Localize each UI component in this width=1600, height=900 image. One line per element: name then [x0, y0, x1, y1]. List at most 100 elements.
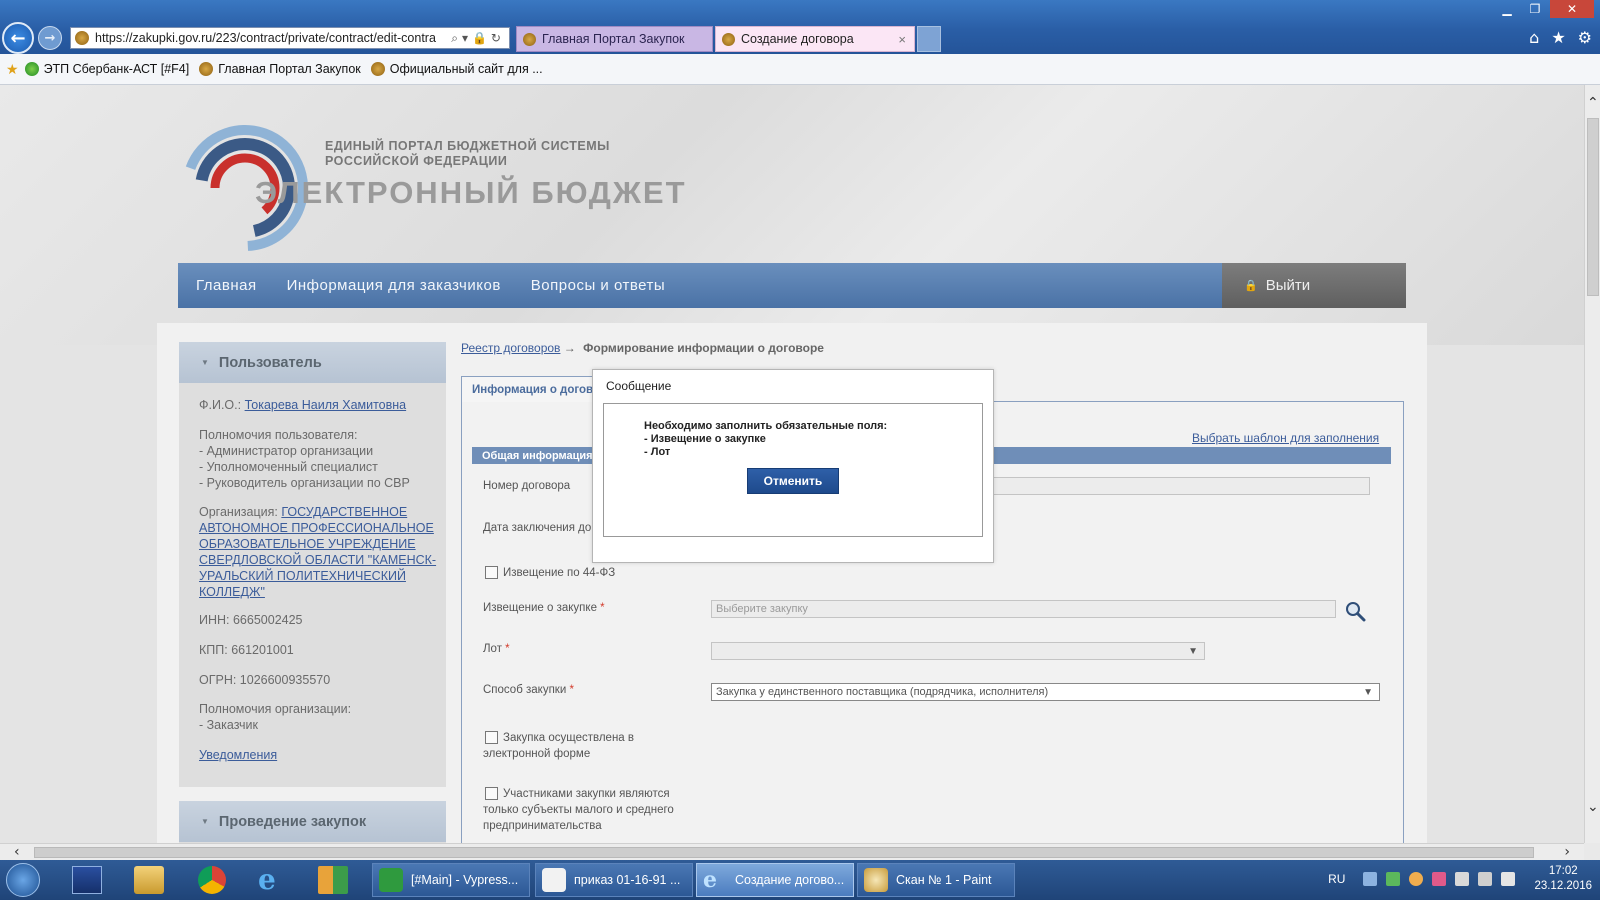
home-icon[interactable]: ⌂ — [1529, 28, 1539, 47]
required-mark: * — [600, 602, 605, 614]
favorite-portal[interactable]: Главная Портал Закупок — [199, 62, 361, 76]
rights-title: Полномочия пользователя: — [199, 428, 358, 442]
scroll-up-icon[interactable]: ⌃ — [1587, 95, 1599, 111]
tray-app-icon[interactable] — [1386, 872, 1401, 886]
org-link-line[interactable]: СВЕРДЛОВСКОЙ ОБЛАСТИ "КАМЕНСК- — [199, 552, 436, 568]
electronic-form-line1: Закупка осуществлена в — [503, 732, 634, 744]
notice-44fz-checkbox[interactable] — [485, 566, 498, 579]
lock-icon: 🔒 — [1244, 280, 1258, 292]
task-vypress[interactable]: [#Main] - Vypress... — [372, 863, 530, 897]
sidebar-procurement-header[interactable]: ▼ Проведение закупок — [179, 801, 446, 842]
emblem-icon — [370, 62, 385, 76]
internet-explorer-icon[interactable]: e — [258, 866, 288, 894]
chevron-down-icon: ▼ — [1188, 645, 1198, 657]
tray-app-icon[interactable] — [1409, 872, 1424, 886]
logout-button[interactable]: 🔒 Выйти — [1222, 263, 1406, 308]
lot-select[interactable]: ▼ — [711, 642, 1205, 660]
right-item: - Администратор организации — [199, 444, 374, 458]
new-tab-button[interactable] — [917, 26, 941, 52]
task-label: Создание догово... — [735, 873, 845, 887]
close-window-icon[interactable]: ✕ — [1550, 0, 1594, 18]
address-url[interactable]: https://zakupki.gov.ru/223/contract/priv… — [95, 31, 451, 45]
back-arrow-icon[interactable]: ← — [2, 22, 34, 54]
required-mark: * — [569, 684, 574, 696]
task-word-document[interactable]: приказ 01-16-91 ... — [535, 863, 693, 897]
address-tools-icon[interactable]: ⌕▾🔒↻ — [451, 31, 509, 46]
scroll-down-icon[interactable]: ⌄ — [1587, 799, 1599, 815]
add-favorite-icon[interactable]: ★ — [6, 61, 19, 78]
nav-faq[interactable]: Вопросы и ответы — [531, 277, 665, 294]
org-link-line[interactable]: АВТОНОМНОЕ ПРОФЕССИОНАЛЬНОЕ — [199, 520, 436, 536]
site-favicon-icon — [75, 31, 89, 45]
scroll-right-icon[interactable]: › — [1564, 844, 1570, 860]
breadcrumb-arrow-icon: → — [563, 341, 576, 355]
nav-customer-info[interactable]: Информация для заказчиков — [287, 277, 501, 294]
electronic-form-label: Закупка осуществлена в электронной форме — [483, 730, 634, 762]
start-button[interactable] — [6, 863, 40, 897]
file-explorer-icon[interactable] — [134, 866, 164, 894]
collapse-arrow-icon: ▼ — [201, 817, 209, 826]
network-app-icon[interactable] — [1363, 872, 1378, 886]
favorites-star-icon[interactable]: ★ — [1551, 28, 1565, 47]
favorite-label: Официальный сайт для ... — [389, 62, 543, 76]
org-link-line[interactable]: ОБРАЗОВАТЕЛЬНОЕ УЧРЕЖДЕНИЕ — [199, 536, 436, 552]
scroll-left-icon[interactable]: ‹ — [14, 844, 20, 860]
chevron-down-icon: ▼ — [1363, 686, 1373, 698]
browser-right-icons: ⌂ ★ ⚙ — [1529, 28, 1592, 47]
favorite-sberbank[interactable]: ЭТП Сбербанк-АСТ [#F4] — [24, 62, 189, 76]
notice-input[interactable]: Выберите закупку — [711, 600, 1336, 618]
fio-link[interactable]: Токарева Наиля Хамитовна — [245, 398, 407, 412]
language-indicator[interactable]: RU — [1328, 872, 1345, 886]
tab-close-icon[interactable]: × — [898, 32, 906, 47]
task-ie-contract[interactable]: e Создание догово... — [696, 863, 854, 897]
address-bar[interactable]: https://zakupki.gov.ru/223/contract/priv… — [70, 27, 510, 49]
contract-number-input[interactable] — [975, 477, 1370, 495]
vypress-icon — [379, 868, 403, 892]
notifications-link[interactable]: Уведомления — [199, 747, 277, 763]
settings-gear-icon[interactable]: ⚙ — [1578, 28, 1592, 47]
minimize-icon[interactable]: ▁ — [1494, 0, 1520, 18]
restore-icon[interactable]: ❐ — [1522, 0, 1548, 18]
dialog-message-line3: - Лот — [644, 446, 671, 458]
org-link-line[interactable]: ГОСУДАРСТВЕННОЕ — [281, 505, 407, 519]
collapse-arrow-icon: ▼ — [201, 358, 209, 367]
breadcrumb-registry-link[interactable]: Реестр договоров — [461, 341, 560, 355]
system-clock[interactable]: 17:02 23.12.2016 — [1534, 864, 1592, 894]
method-label: Способ закупки * — [483, 682, 574, 698]
method-select[interactable]: Закупка у единственного поставщика (подр… — [711, 683, 1380, 701]
method-select-value: Закупка у единственного поставщика (подр… — [716, 686, 1049, 698]
tray-app-icon[interactable] — [1432, 872, 1447, 886]
dialog-message-line2: - Извещение о закупке — [644, 433, 766, 445]
volume-icon[interactable] — [1478, 872, 1493, 886]
vertical-scrollbar[interactable]: ⌃ ⌄ — [1584, 85, 1600, 843]
browser-tab-contract[interactable]: Создание договора × — [715, 26, 915, 52]
forward-arrow-icon[interactable]: → — [38, 26, 62, 50]
sme-line2: только субъекты малого и среднего — [483, 804, 674, 816]
sidebar-procurement-block: ▼ Проведение закупок — [179, 801, 446, 843]
word-doc-icon — [542, 868, 566, 892]
search-notice-icon[interactable] — [1344, 600, 1366, 622]
sidebar-procurement-title: Проведение закупок — [218, 813, 367, 830]
tab-label: Главная Портал Закупок — [542, 32, 685, 46]
browser-tab-portal[interactable]: Главная Портал Закупок — [516, 26, 713, 52]
org-link-line[interactable]: УРАЛЬСКИЙ ПОЛИТЕХНИЧЕСКИЙ — [199, 568, 436, 584]
display-icon[interactable] — [1455, 872, 1470, 886]
favorite-official-site[interactable]: Официальный сайт для ... — [370, 62, 543, 76]
cancel-button[interactable]: Отменить — [747, 468, 839, 494]
clock-time: 17:02 — [1548, 865, 1578, 877]
choose-template-link[interactable]: Выбрать шаблон для заполнения — [1192, 431, 1379, 445]
tab-contract-info[interactable]: Информация о догово — [461, 376, 601, 402]
action-center-flag-icon[interactable] — [1501, 872, 1516, 886]
task-paint[interactable]: Скан № 1 - Paint — [857, 863, 1015, 897]
org-link-line[interactable]: КОЛЛЕДЖ" — [199, 584, 436, 600]
vertical-scroll-thumb[interactable] — [1587, 118, 1599, 296]
nav-home[interactable]: Главная — [196, 277, 257, 294]
horizontal-scroll-thumb[interactable] — [34, 847, 1534, 858]
tab-favicon-icon — [722, 32, 735, 46]
app-grid-icon[interactable] — [318, 866, 348, 894]
horizontal-scrollbar[interactable]: ‹ › — [0, 843, 1584, 861]
calculator-app-icon[interactable] — [72, 866, 102, 894]
breadcrumb: Реестр договоров → Формирование информац… — [461, 341, 824, 355]
chrome-icon[interactable] — [198, 866, 226, 894]
sidebar-user-header[interactable]: ▼ Пользователь — [179, 342, 446, 383]
